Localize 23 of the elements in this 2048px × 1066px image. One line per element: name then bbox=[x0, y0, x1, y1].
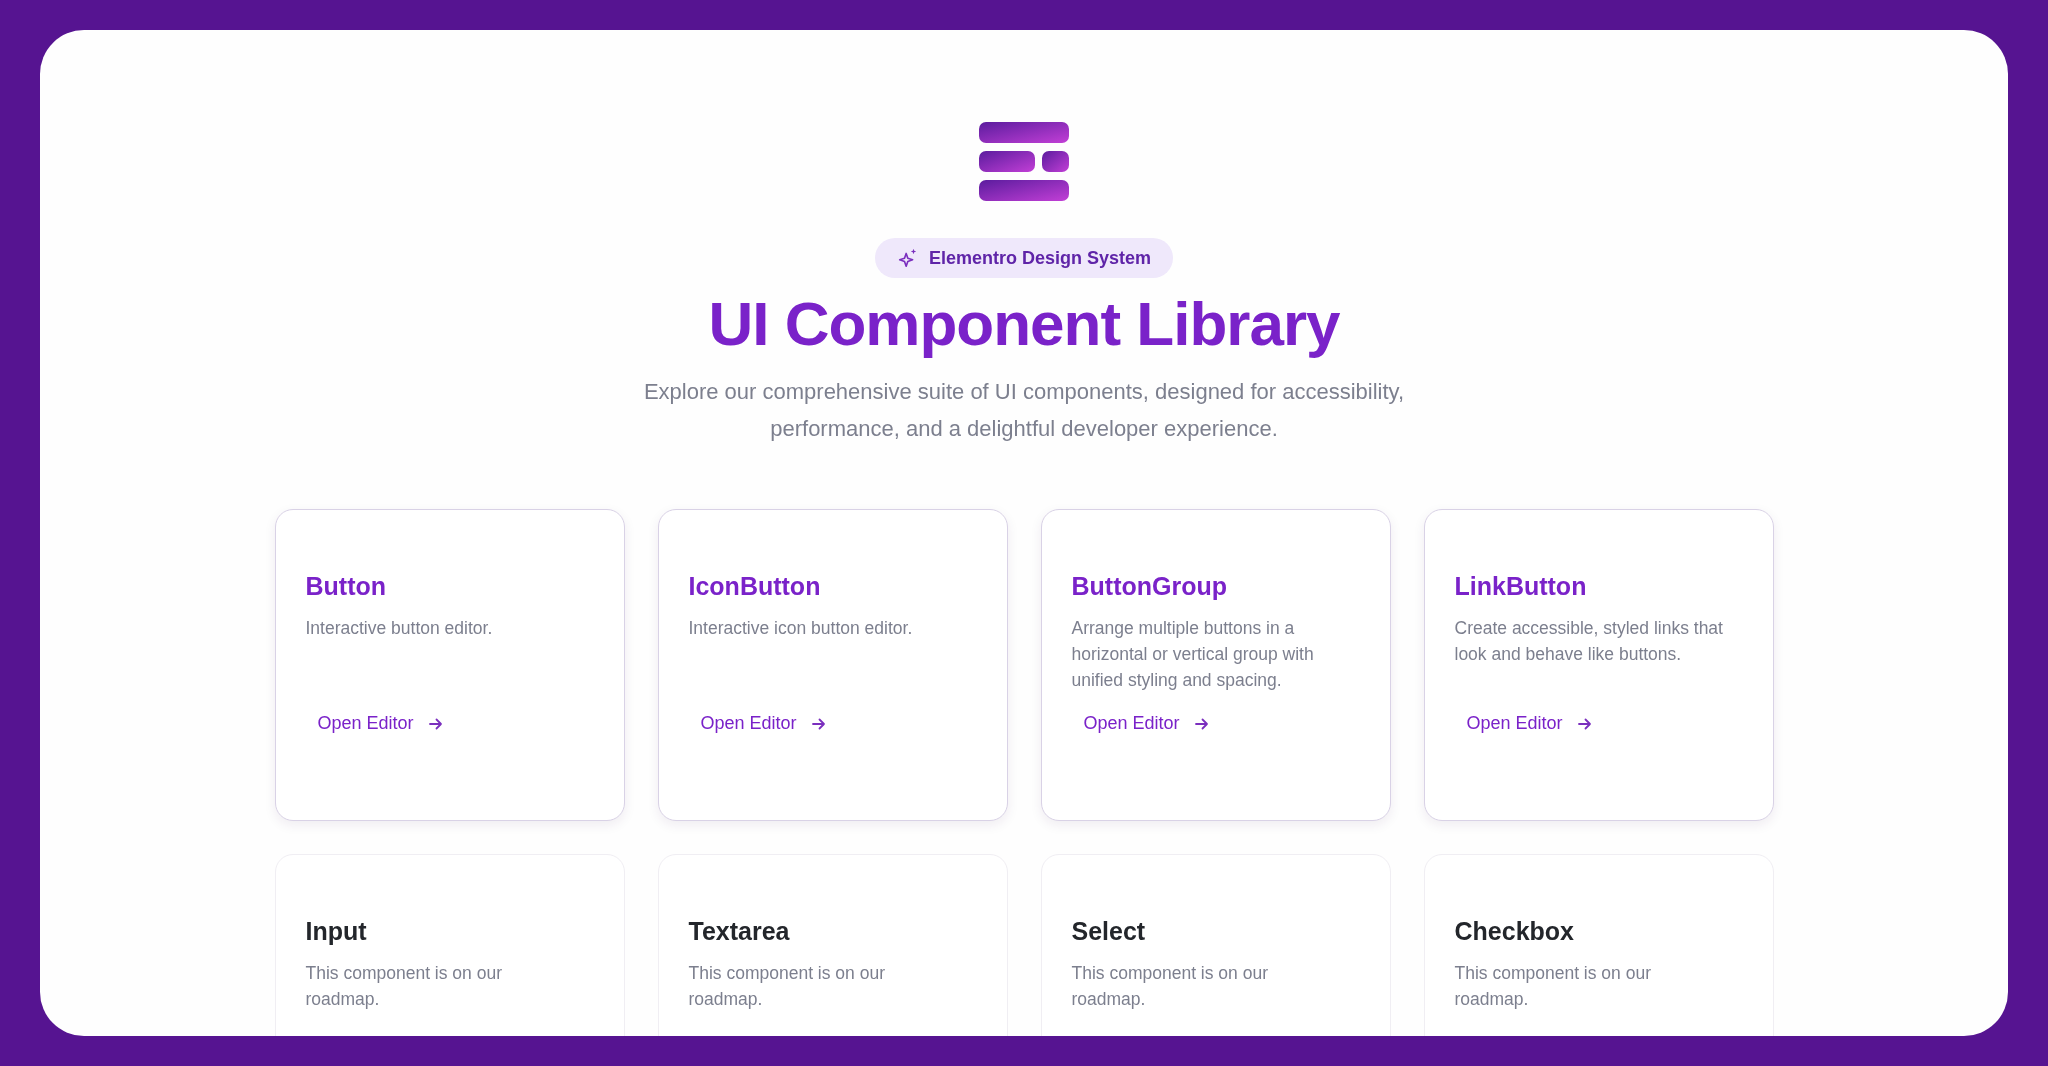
card-description: Create accessible, styled links that look and behave like buttons. bbox=[1454, 617, 1724, 666]
card-title: Checkbox bbox=[1454, 917, 1574, 946]
page-subtitle: Explore our comprehensive suite of UI components, designed for accessibility, performance, and a delightful developer experience. bbox=[642, 378, 1406, 443]
card-title: LinkButton bbox=[1454, 572, 1587, 601]
page-title: UI Component Library bbox=[708, 288, 1340, 359]
card-description: This component is on our roadmap. bbox=[688, 962, 886, 1011]
badge-label: Elementro Design System bbox=[928, 247, 1152, 269]
open-editor-link[interactable]: Open Editor bbox=[1083, 713, 1210, 734]
card-title: Textarea bbox=[688, 917, 790, 946]
open-editor-link[interactable]: Open Editor bbox=[700, 713, 827, 734]
open-editor-link[interactable]: Open Editor bbox=[317, 713, 444, 734]
card-title: Button bbox=[305, 572, 387, 601]
card-description: Interactive button editor. bbox=[305, 617, 493, 640]
card-description: This component is on our roadmap. bbox=[1071, 962, 1269, 1011]
card-title: Select bbox=[1071, 917, 1146, 946]
card-title: Input bbox=[305, 917, 367, 946]
card-description: This component is on our roadmap. bbox=[305, 962, 503, 1011]
card-description: Arrange multiple buttons in a horizontal or vertical group with unified styling and spacing. bbox=[1071, 617, 1315, 692]
card-title: ButtonGroup bbox=[1071, 572, 1227, 601]
card-title: IconButton bbox=[688, 572, 821, 601]
card-description: This component is on our roadmap. bbox=[1454, 962, 1652, 1011]
open-editor-link[interactable]: Open Editor bbox=[1466, 713, 1593, 734]
card-description: Interactive icon button editor. bbox=[688, 617, 913, 640]
